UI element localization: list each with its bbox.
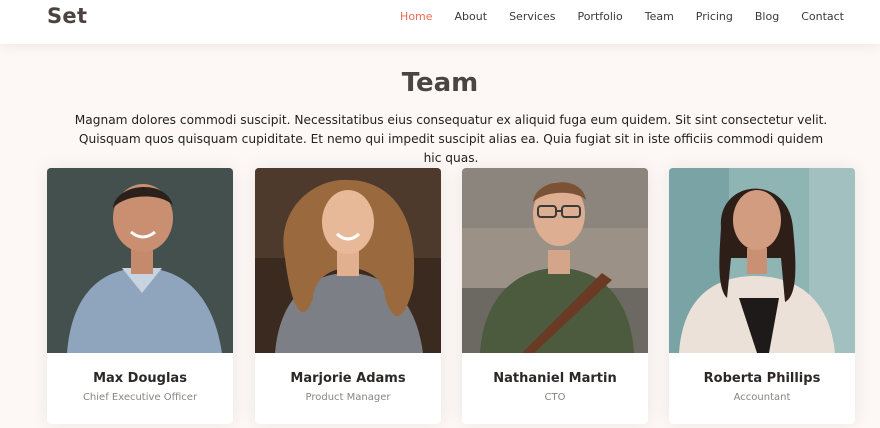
- nav-home[interactable]: Home: [400, 10, 432, 23]
- nav-team[interactable]: Team: [645, 10, 674, 23]
- member-name: Max Douglas: [93, 371, 187, 386]
- nav-portfolio[interactable]: Portfolio: [577, 10, 622, 23]
- member-role: Chief Executive Officer: [82, 392, 198, 403]
- main-nav: Home About Services Portfolio Team Prici…: [378, 10, 844, 23]
- portrait-woman-blazer-image: [669, 168, 855, 353]
- member-role: CTO: [544, 392, 566, 403]
- portrait-man-glasses-image: [462, 168, 648, 353]
- member-photo: [462, 168, 648, 353]
- member-photo: [255, 168, 441, 353]
- logo[interactable]: Set: [47, 4, 87, 28]
- nav-blog[interactable]: Blog: [755, 10, 779, 23]
- team-member-card: Max Douglas Chief Executive Officer: [47, 168, 233, 424]
- member-photo: [669, 168, 855, 353]
- portrait-man-image: [47, 168, 233, 353]
- portrait-woman-image: [255, 168, 441, 353]
- nav-services[interactable]: Services: [509, 10, 555, 23]
- team-title: Team: [401, 68, 479, 98]
- member-name: Roberta Phillips: [703, 371, 821, 386]
- member-role: Accountant: [733, 392, 791, 403]
- team-member-card: Roberta Phillips Accountant: [669, 168, 855, 424]
- team-member-card: Nathaniel Martin CTO: [462, 168, 648, 424]
- nav-contact[interactable]: Contact: [801, 10, 844, 23]
- nav-pricing[interactable]: Pricing: [696, 10, 733, 23]
- site-header: Set Home About Services Portfolio Team P…: [0, 0, 880, 44]
- nav-about[interactable]: About: [455, 10, 488, 23]
- team-member-card: Marjorie Adams Product Manager: [255, 168, 441, 424]
- member-name: Nathaniel Martin: [493, 371, 617, 386]
- team-description: Magnam dolores commodi suscipit. Necessi…: [74, 113, 828, 165]
- member-name: Marjorie Adams: [290, 371, 406, 386]
- member-photo: [47, 168, 233, 353]
- member-role: Product Manager: [305, 392, 391, 403]
